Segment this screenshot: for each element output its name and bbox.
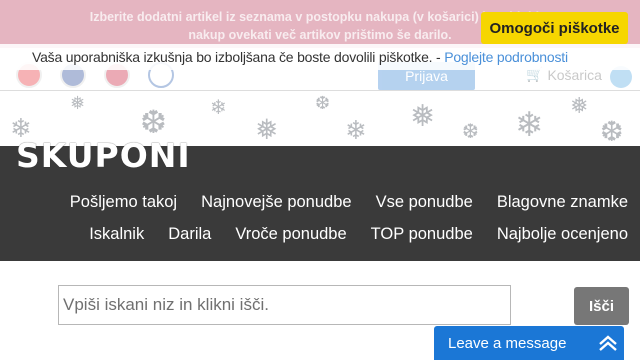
snowflake-icon: ❆	[315, 93, 331, 113]
snowflake-icon: ❆	[600, 116, 624, 146]
nav-all-offers[interactable]: Vse ponudbe	[364, 193, 485, 212]
nav-best-rated[interactable]: Najbolje ocenjeno	[485, 225, 640, 244]
search-input[interactable]	[58, 285, 511, 325]
expand-icon	[599, 335, 617, 351]
chat-label: Leave a message	[448, 334, 567, 352]
snowflake-icon: ❄	[345, 115, 367, 145]
cookie-details-link[interactable]: Poglejte podrobnosti	[444, 49, 568, 65]
cookie-message: Vaša uporabniška izkušnja bo izboljšana …	[32, 49, 568, 65]
nav-ship-now[interactable]: Pošljemo takoj	[58, 193, 189, 212]
snowflake-icon: ❄	[210, 97, 227, 119]
snowflake-icon: ❄	[515, 106, 544, 144]
search-button[interactable]: Išči	[574, 287, 629, 325]
snowflake-icon: ❅	[255, 114, 279, 145]
cookie-message-text: Vaša uporabniška izkušnja bo izboljšana …	[32, 49, 445, 65]
nav-search[interactable]: Iskalnik	[77, 225, 156, 244]
nav-row-secondary: Iskalnik Darila Vroče ponudbe TOP ponudb…	[0, 225, 640, 244]
snowflake-icon: ❆	[462, 121, 479, 143]
site-logo[interactable]: SKUPONI	[16, 136, 191, 175]
nav-top-offers[interactable]: TOP ponudbe	[359, 225, 485, 244]
snowflake-icon: ❅	[410, 100, 436, 133]
nav-row-primary: Pošljemo takoj Najnovejše ponudbe Vse po…	[0, 193, 640, 212]
cookie-accept-button[interactable]: Omogoči piškotke	[481, 12, 628, 44]
leave-message-widget[interactable]: Leave a message	[434, 326, 624, 360]
nav-brands[interactable]: Blagovne znamke	[485, 193, 640, 212]
nav-gifts[interactable]: Darila	[156, 225, 223, 244]
nav-hot-offers[interactable]: Vroče ponudbe	[223, 225, 358, 244]
snowflake-icon: ❅	[570, 93, 589, 118]
snowflake-icon: ❅	[70, 93, 86, 113]
nav-newest-offers[interactable]: Najnovejše ponudbe	[189, 193, 363, 212]
